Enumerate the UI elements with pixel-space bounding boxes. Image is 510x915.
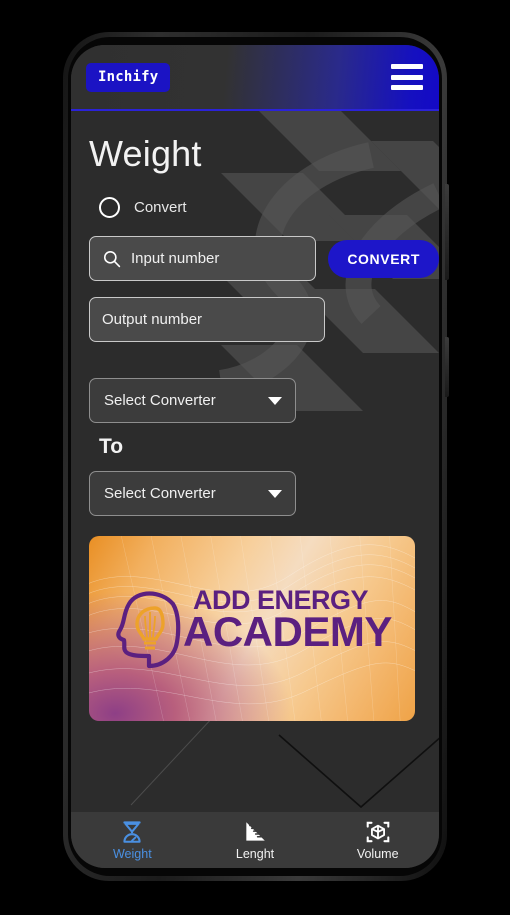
phone-volume-button[interactable]	[445, 184, 449, 280]
chevron-down-icon	[268, 489, 282, 498]
to-unit-label: Select Converter	[104, 485, 216, 502]
ad-wordmark: ADD ENERGY ACADEMY	[183, 587, 392, 653]
ruler-triangle-icon	[246, 822, 265, 841]
input-number-placeholder: Input number	[131, 250, 220, 267]
input-row: Input number CONVERT	[89, 236, 439, 281]
main-content: Weight Convert Input number CONVERT Outp…	[71, 111, 439, 812]
app-bar: Inchify	[71, 45, 439, 111]
ad-line-2: ACADEMY	[183, 607, 392, 655]
phone-screen: Inchify Weight Convert Input number CONV…	[71, 45, 439, 868]
scale-icon	[123, 821, 141, 843]
convert-button[interactable]: CONVERT	[328, 239, 439, 278]
from-unit-label: Select Converter	[104, 392, 216, 409]
brand-logo[interactable]: Inchify	[86, 62, 171, 92]
convert-mode-row[interactable]: Convert	[99, 197, 439, 218]
output-number-placeholder: Output number	[102, 311, 203, 328]
screenshot-root: Inchify Weight Convert Input number CONV…	[0, 0, 510, 915]
cube-scan-icon	[366, 821, 389, 843]
hamburger-bar	[391, 85, 423, 90]
nav-label-volume: Volume	[356, 847, 399, 861]
to-separator-label: To	[99, 435, 124, 458]
input-number-field[interactable]: Input number	[89, 236, 317, 281]
nav-label-lenght: Lenght	[235, 847, 275, 861]
convert-radio-button[interactable]	[99, 197, 120, 218]
nav-item-weight[interactable]: Weight	[71, 819, 194, 861]
nav-label-weight: Weight	[112, 847, 152, 861]
search-icon	[103, 250, 121, 268]
to-unit-select[interactable]: Select Converter	[89, 471, 296, 516]
head-lightbulb-icon	[111, 586, 189, 670]
chevron-down-icon	[268, 396, 282, 405]
hamburger-menu-icon[interactable]	[391, 64, 423, 90]
bottom-navigation-bar: Weight Lenght Volume	[71, 812, 439, 868]
nav-item-lenght[interactable]: Lenght	[194, 819, 317, 861]
output-number-field[interactable]: Output number	[89, 297, 325, 342]
page-title: Weight	[89, 133, 202, 174]
hamburger-bar	[391, 74, 423, 80]
nav-item-volume[interactable]: Volume	[316, 819, 439, 861]
hamburger-bar	[391, 64, 423, 69]
advertisement-banner[interactable]: ADD ENERGY ACADEMY	[89, 536, 415, 721]
from-unit-select[interactable]: Select Converter	[89, 378, 296, 423]
phone-power-button[interactable]	[445, 337, 449, 397]
convert-radio-label: Convert	[134, 199, 187, 216]
